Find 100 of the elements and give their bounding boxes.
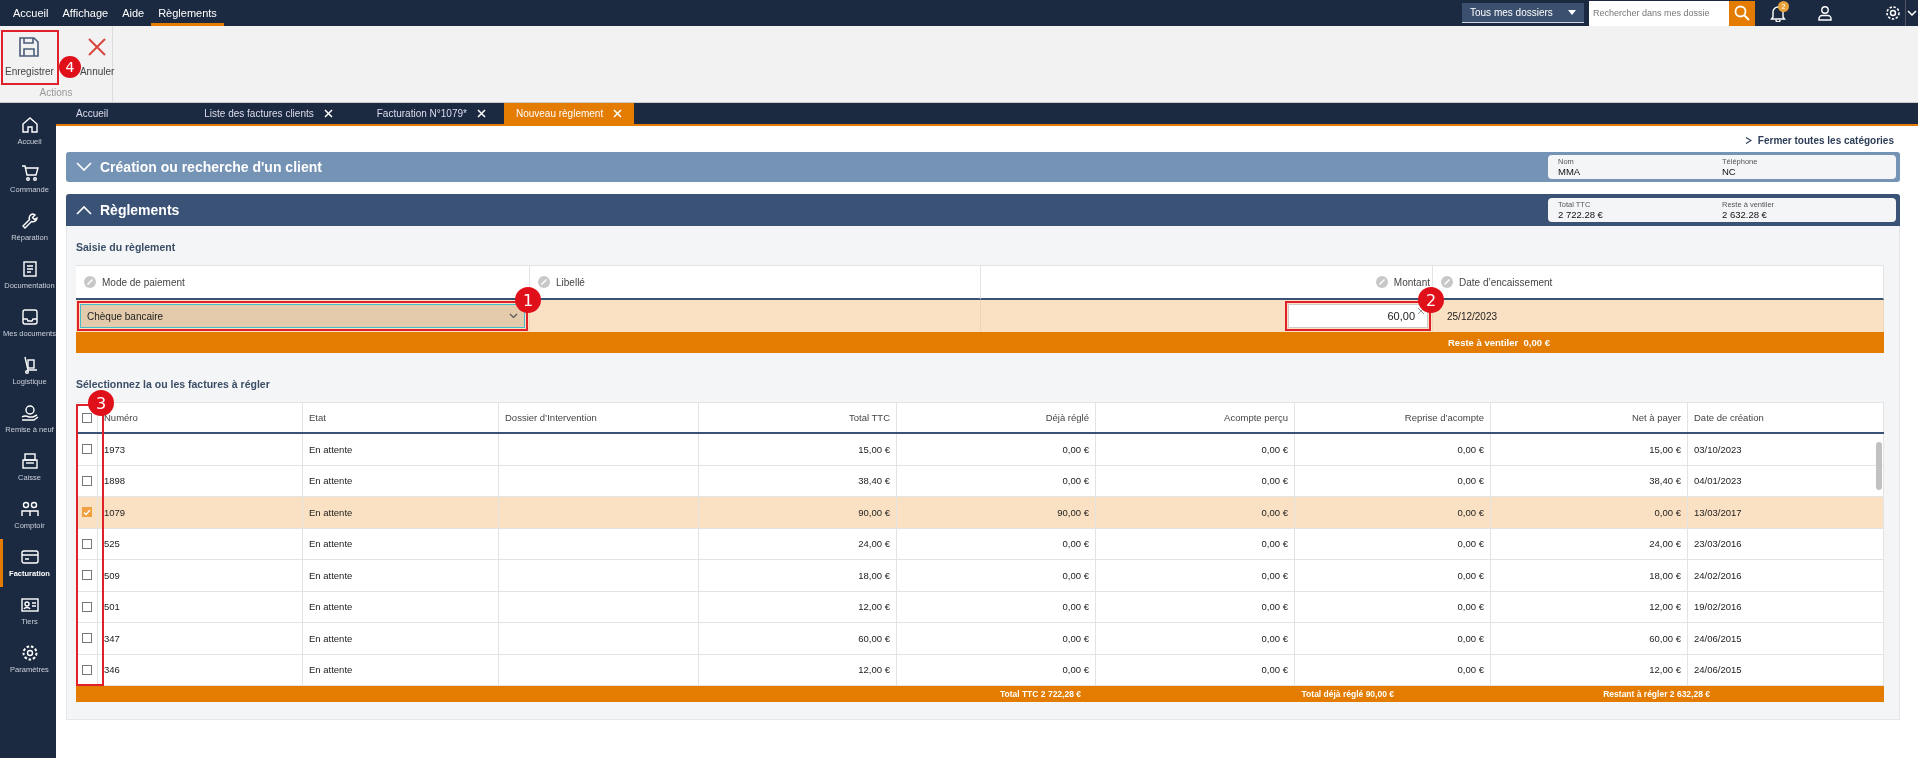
close-all-link[interactable]: Fermer toutes les catégories: [1744, 135, 1894, 146]
row-checkbox[interactable]: [81, 570, 92, 581]
row-checkbox[interactable]: [81, 507, 92, 518]
column-header: Net à payer: [1631, 412, 1681, 423]
cash-register-icon: [20, 452, 39, 470]
step-marker: 4: [58, 56, 81, 78]
select-all-checkbox[interactable]: [81, 412, 92, 423]
table-cell: En attente: [309, 475, 353, 487]
table-cell: 24/02/2016: [1694, 569, 1742, 581]
search-button[interactable]: [1729, 0, 1755, 26]
table-cell: 347: [104, 632, 120, 644]
table-cell: 0,00 €: [1062, 443, 1089, 455]
column-header: Etat: [309, 412, 326, 423]
table-cell: 18,00 €: [858, 569, 890, 581]
table-cell: 04/01/2023: [1694, 475, 1742, 487]
tab[interactable]: Accueil: [64, 103, 195, 124]
document-icon: [20, 260, 39, 278]
table-row[interactable]: 501 En attente 12,00 € 0,00 € 0,00 € 0,00 € 12,00 € 19/02/2016: [76, 591, 1884, 623]
row-checkbox[interactable]: [81, 633, 92, 644]
row-checkbox[interactable]: [81, 444, 92, 455]
close-icon[interactable]: [323, 109, 333, 118]
column-header: Date de création: [1694, 412, 1764, 423]
table-cell: 0,00 €: [1457, 664, 1484, 676]
table-cell: En attente: [309, 538, 353, 550]
column-header: Acompte perçu: [1224, 412, 1288, 423]
user-icon[interactable]: [1817, 5, 1833, 21]
tab[interactable]: Facturation N°1079*: [364, 103, 498, 124]
table-row[interactable]: 1079 En attente 90,00 € 90,00 € 0,00 € 0,00 € 0,00 € 13/03/2017: [76, 497, 1884, 529]
save-button[interactable]: Enregistrer: [3, 32, 56, 83]
folder-scope-dropdown[interactable]: Tous mes dossiers: [1462, 3, 1584, 23]
table-cell: 0,00 €: [1261, 475, 1288, 487]
people-icon: [20, 500, 39, 518]
table-cell: 23/03/2016: [1694, 538, 1742, 550]
close-icon[interactable]: [476, 109, 486, 118]
table-row[interactable]: 1973 En attente 15,00 € 0,00 € 0,00 € 0,00 € 15,00 € 03/10/2023: [76, 434, 1884, 466]
step-marker: 2: [1418, 287, 1444, 313]
table-row[interactable]: 509 En attente 18,00 € 0,00 € 0,00 € 0,00 € 18,00 € 24/02/2016: [76, 560, 1884, 592]
settings-icon: [20, 644, 39, 662]
row-checkbox[interactable]: [81, 664, 92, 675]
table-cell: 15,00 €: [1649, 443, 1681, 455]
table-cell: En attente: [309, 506, 353, 518]
row-checkbox[interactable]: [81, 538, 92, 549]
column-header: Date d’encaissement: [1459, 276, 1553, 288]
table-cell: 0,00 €: [1654, 506, 1681, 518]
table-cell: 0,00 €: [1457, 475, 1484, 487]
home-icon: [20, 116, 39, 134]
column-header: Mode de paiement: [102, 276, 185, 288]
step-marker: 1: [515, 287, 541, 313]
menu-item[interactable]: Accueil: [6, 0, 56, 26]
column-header: Montant: [1393, 276, 1430, 288]
table-cell: 0,00 €: [1062, 632, 1089, 644]
table-cell: 0,00 €: [1261, 538, 1288, 550]
edit-icon: [84, 276, 96, 288]
column-header: Reprise d’acompte: [1404, 412, 1484, 423]
table-row[interactable]: 525 En attente 24,00 € 0,00 € 0,00 € 0,00 € 24,00 € 23/03/2016: [76, 528, 1884, 560]
table-cell: 0,00 €: [1457, 601, 1484, 613]
edit-icon: [538, 276, 550, 288]
table-cell: En attente: [309, 632, 353, 644]
table-cell: 0,00 €: [1457, 443, 1484, 455]
amount-field[interactable]: 60,00: [1288, 304, 1428, 328]
menu-item[interactable]: Affichage: [55, 0, 116, 26]
table-cell: 38,40 €: [1649, 475, 1681, 487]
search-field[interactable]: Rechercher dans mes dossie: [1589, 0, 1729, 26]
payment-mode-select[interactable]: Chèque bancaire: [80, 304, 525, 328]
table-cell: 0,00 €: [1062, 664, 1089, 676]
row-checkbox[interactable]: [81, 601, 92, 612]
table-cell: 24,00 €: [1649, 538, 1681, 550]
table-cell: 15,00 €: [858, 443, 890, 455]
tab[interactable]: Liste des factures clients: [194, 103, 345, 124]
table-row[interactable]: 347 En attente 60,00 € 0,00 € 0,00 € 0,00 € 60,00 € 24/06/2015: [76, 623, 1884, 655]
field-value: 2 722.28 €: [1558, 209, 1604, 220]
table-cell: 0,00 €: [1457, 569, 1484, 581]
table-cell: En attente: [309, 664, 353, 676]
menu-item[interactable]: Aide: [115, 0, 152, 26]
row-checkbox[interactable]: [81, 475, 92, 486]
remaining-bar: Reste à ventiler 0,00 €: [76, 332, 1884, 353]
table-cell: 12,00 €: [858, 601, 890, 613]
table-cell: En attente: [309, 569, 353, 581]
cart-icon: [20, 164, 39, 182]
field-value: NC: [1722, 166, 1737, 177]
table-cell: 24,00 €: [858, 538, 890, 550]
table-cell: 0,00 €: [1457, 632, 1484, 644]
table-cell: 18,00 €: [1649, 569, 1681, 581]
table-cell: 0,00 €: [1457, 538, 1484, 550]
table-cell: 38,40 €: [858, 475, 890, 487]
settings-icon[interactable]: [1885, 5, 1901, 21]
table-cell: 12,00 €: [1649, 664, 1681, 676]
edit-icon: [1375, 276, 1388, 288]
section-title: Sélectionnez la ou les factures à régler: [76, 377, 271, 392]
table-cell: 60,00 €: [1649, 632, 1681, 644]
table-cell: 24/06/2015: [1694, 632, 1742, 644]
chevron-right-icon: [1744, 137, 1752, 144]
table-cell: 0,00 €: [1062, 601, 1089, 613]
notification-bell-icon[interactable]: [1770, 4, 1786, 22]
table-cell: 346: [104, 664, 120, 676]
table-cell: 1898: [104, 475, 126, 487]
table-cell: 0,00 €: [1261, 632, 1288, 644]
chevron-down-icon: [76, 162, 92, 172]
column-header: Libellé: [556, 276, 585, 288]
table-cell: 90,00 €: [858, 506, 890, 518]
